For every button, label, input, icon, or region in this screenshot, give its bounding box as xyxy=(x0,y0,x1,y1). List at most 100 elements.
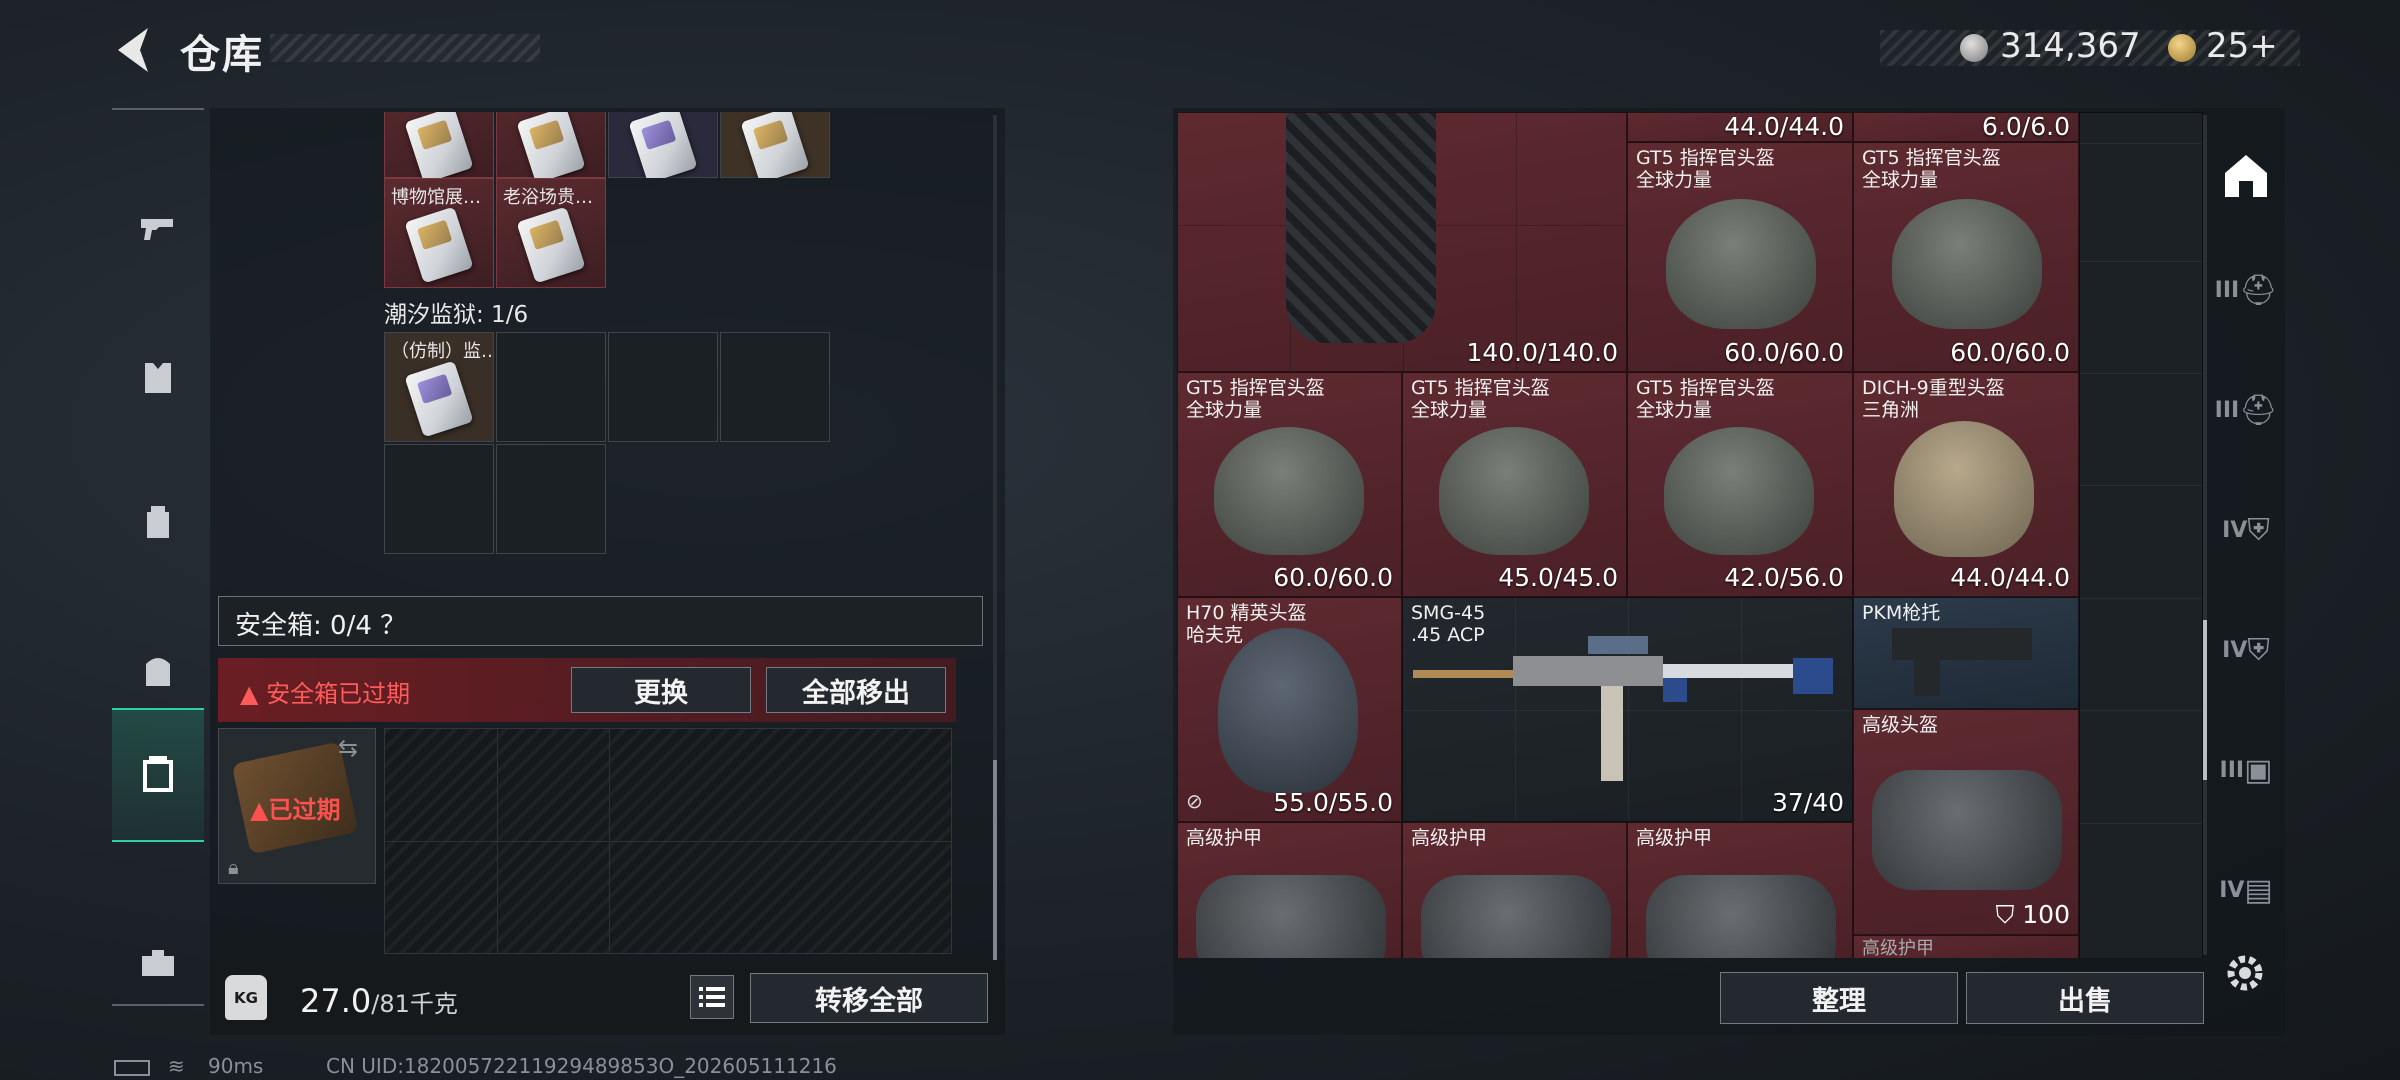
settings-button[interactable] xyxy=(2222,950,2272,1000)
stash-item-smg45[interactable]: SMG-45.45 ACP 37/40 xyxy=(1402,597,1853,822)
filter-tier-3-c[interactable]: III ▣ xyxy=(2208,710,2284,830)
vest-icon xyxy=(145,363,171,393)
back-button[interactable] xyxy=(110,22,160,78)
grid-item[interactable] xyxy=(720,112,830,178)
sidebar-item-rig[interactable] xyxy=(112,458,204,588)
gold-coin-icon xyxy=(2168,34,2196,62)
bag-filter-icon: ▤ xyxy=(2244,872,2273,908)
backpack-icon xyxy=(146,658,170,686)
empty-slot[interactable] xyxy=(496,444,606,554)
armor-bag-image xyxy=(1196,875,1386,958)
replace-button[interactable]: 更换 xyxy=(571,667,751,713)
weight-value: 27.0/81千克 xyxy=(300,982,458,1020)
filter-tier-4-b[interactable]: IV ⛨ xyxy=(2208,590,2284,710)
armor-bag-image xyxy=(1421,875,1611,958)
left-scrollbar-thumb[interactable] xyxy=(993,760,997,960)
sidebar-item-armor[interactable] xyxy=(112,313,204,443)
sell-button[interactable]: 出售 xyxy=(1966,972,2204,1024)
gun-icon xyxy=(141,219,173,240)
bag-image xyxy=(1872,770,2062,890)
swap-icon[interactable]: ⇆ xyxy=(338,734,358,762)
transfer-all-button[interactable]: 转移全部 xyxy=(750,973,988,1023)
right-scrollbar-track[interactable] xyxy=(2203,115,2207,955)
stash-item-gt5-helmet[interactable]: GT5 指挥官头盔 全球力量 60.0/60.0 xyxy=(1853,142,2079,372)
warning-icon: ▲ xyxy=(250,796,269,824)
grid-line xyxy=(497,729,498,953)
empty-slot[interactable] xyxy=(608,332,718,442)
keycard-image xyxy=(404,360,474,438)
rig-filter-icon: ▣ xyxy=(2244,752,2273,788)
filter-tier-3-b[interactable]: III ⛑ xyxy=(2208,350,2284,470)
safe-box-capacity[interactable]: 安全箱: 0/4 ？ xyxy=(218,596,983,646)
cell-divider xyxy=(2080,710,2202,711)
keycard-image xyxy=(628,112,698,178)
toolbox-icon xyxy=(142,950,174,976)
stash-item-advanced-armor[interactable]: 高级护甲 xyxy=(1853,935,2079,958)
helmet-filter-icon: ⛑ xyxy=(2239,392,2278,428)
stash-item-gt5-helmet[interactable]: GT5 指挥官头盔 全球力量 42.0/56.0 xyxy=(1627,372,1853,597)
expired-badge: ▲已过期 xyxy=(250,796,341,824)
grid-item-bathhouse-card[interactable]: 老浴场贵… xyxy=(496,178,606,288)
armor-filter-icon: ⛨ xyxy=(2247,512,2270,548)
stock-image xyxy=(1892,628,2032,660)
back-arrow-icon xyxy=(118,28,148,72)
stash-item-advanced-armor[interactable]: 高级护甲 xyxy=(1627,822,1853,958)
helmet-image xyxy=(1218,628,1358,793)
no-insure-icon: ⊘ xyxy=(1186,789,1203,813)
stash-item-advanced-armor[interactable]: 高级护甲 xyxy=(1177,822,1402,958)
gold-amount[interactable]: 25+ xyxy=(2206,26,2278,66)
filter-tier-3-a[interactable]: III ⛑ xyxy=(2208,230,2284,350)
grid-item[interactable] xyxy=(384,112,494,178)
safe-box-grid[interactable] xyxy=(384,728,952,954)
stash-filter-column: III ⛑ III ⛑ IV ⛨ IV ⛨ III ▣ IV ▤ xyxy=(2208,108,2284,968)
move-all-out-button[interactable]: 全部移出 xyxy=(766,667,946,713)
stash-item-advanced-armor[interactable]: 高级护甲 xyxy=(1402,822,1627,958)
stash-item-partial[interactable]: 44.0/44.0 xyxy=(1627,112,1853,142)
stash-item-gt5-helmet[interactable]: GT5 指挥官头盔 全球力量 60.0/60.0 xyxy=(1627,142,1853,372)
grid-item-prison-card[interactable]: （仿制）监… xyxy=(384,332,494,442)
ping-value: 90ms xyxy=(208,1054,264,1078)
grid-item[interactable] xyxy=(496,112,606,178)
vest-image xyxy=(1286,113,1436,343)
backpack-rig-icon xyxy=(147,506,169,538)
stash-item-gt5-helmet[interactable]: GT5 指挥官头盔 全球力量 45.0/45.0 xyxy=(1402,372,1627,597)
filter-tier-4-a[interactable]: IV ⛨ xyxy=(2208,470,2284,590)
empty-slot[interactable] xyxy=(384,444,494,554)
stash-item-gt5-helmet[interactable]: GT5 指挥官头盔 全球力量 60.0/60.0 xyxy=(1177,372,1402,597)
section-label-tidal-prison: 潮汐监狱: 1/6 xyxy=(384,302,529,328)
stash-item-advanced-helmet-case[interactable]: 高级头盔 ⛉ 100 xyxy=(1853,709,2079,935)
empty-slot[interactable] xyxy=(496,332,606,442)
stash-item-vest[interactable]: 140.0/140.0 xyxy=(1177,112,1627,372)
filter-all[interactable] xyxy=(2208,116,2284,236)
grid-item-museum-card[interactable]: 博物馆展… xyxy=(384,178,494,288)
empty-slot[interactable] xyxy=(720,332,830,442)
right-scrollbar-thumb[interactable] xyxy=(2203,620,2207,780)
helmet-image xyxy=(1439,427,1589,555)
list-view-button[interactable] xyxy=(690,975,734,1019)
filter-tier-4-c[interactable]: IV ▤ xyxy=(2208,830,2284,950)
sidebar-item-safe-case[interactable] xyxy=(112,708,204,842)
stash-item-pkm-stock[interactable]: PKM枪托 xyxy=(1853,597,2079,709)
silver-amount: 314,367 xyxy=(2000,26,2141,66)
helmet-filter-icon: ⛑ xyxy=(2239,272,2278,308)
helmet-image xyxy=(1664,427,1814,555)
stock-grip xyxy=(1914,656,1940,696)
stash-item-dich9-helmet[interactable]: DICH-9重型头盔 三角洲 44.0/44.0 xyxy=(1853,372,2079,597)
tidy-button[interactable]: 整理 xyxy=(1720,972,1958,1024)
sidebar-item-tools[interactable] xyxy=(112,898,204,1028)
empty-slot-column[interactable] xyxy=(2079,112,2203,958)
stash-item-h70-helmet[interactable]: H70 精英头盔 哈夫克 ⊘ 55.0/55.0 xyxy=(1177,597,1402,822)
sidebar-item-weapons[interactable] xyxy=(112,163,204,293)
grid-item[interactable] xyxy=(608,112,718,178)
stash-grid: 140.0/140.0 44.0/44.0 6.0/6.0 GT5 指挥官头盔全… xyxy=(1177,112,2203,958)
warehouse-icon xyxy=(2225,155,2267,197)
keycard-image xyxy=(404,112,474,178)
weight-icon: KG xyxy=(225,975,267,1020)
safe-case-icon xyxy=(143,756,173,792)
stash-item-partial[interactable]: 6.0/6.0 xyxy=(1853,112,2079,142)
cell-divider xyxy=(2080,823,2202,824)
cell-divider xyxy=(2080,485,2202,486)
keycard-image xyxy=(516,112,586,178)
keycard-image xyxy=(404,206,474,284)
player-uid: CN UID:18200572211929489853O_20260511121… xyxy=(326,1054,837,1078)
